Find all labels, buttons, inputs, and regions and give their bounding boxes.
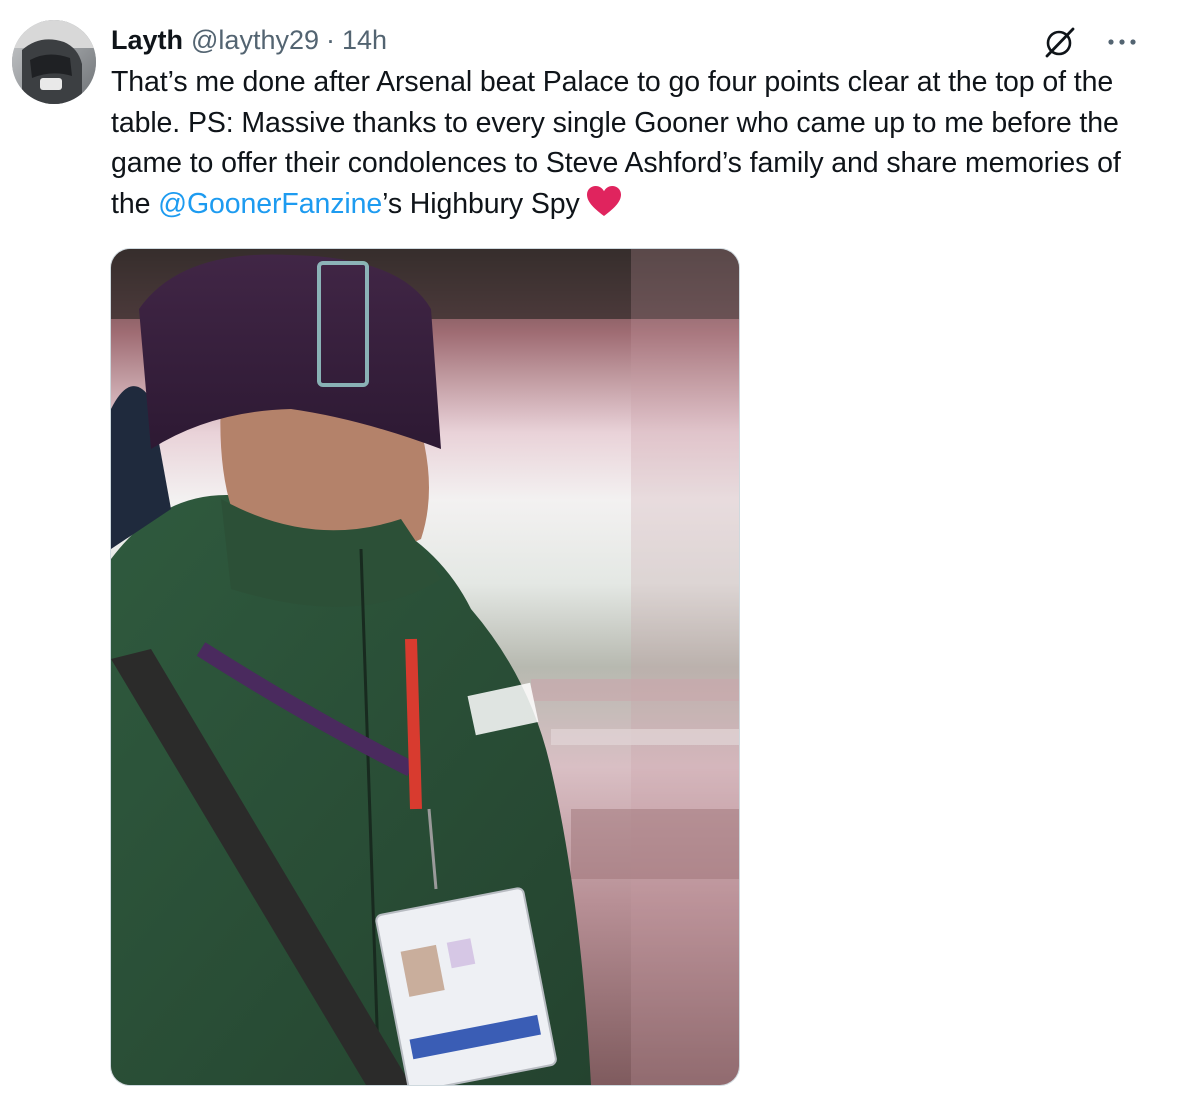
grok-icon[interactable] xyxy=(1042,24,1078,60)
author-name[interactable]: Layth xyxy=(111,25,183,56)
avatar[interactable] xyxy=(12,20,96,104)
tweet-header: Layth @laythy29 · 14h xyxy=(111,22,387,58)
header-actions xyxy=(1042,24,1140,60)
more-options-icon[interactable] xyxy=(1104,24,1140,60)
tweet-text: That’s me done after Arsenal beat Palace… xyxy=(111,62,1156,228)
timestamp[interactable]: 14h xyxy=(342,25,387,56)
red-heart-icon xyxy=(586,185,622,229)
separator-dot: · xyxy=(326,24,335,55)
mention-link[interactable]: @GoonerFanzine xyxy=(158,188,382,220)
tweet-text-part2: ’s Highbury Spy xyxy=(382,187,580,220)
author-handle[interactable]: @laythy29 xyxy=(191,25,319,56)
tweet[interactable]: Layth @laythy29 · 14h That’s me done aft… xyxy=(0,0,1178,1096)
tweet-photo[interactable] xyxy=(110,248,740,1086)
